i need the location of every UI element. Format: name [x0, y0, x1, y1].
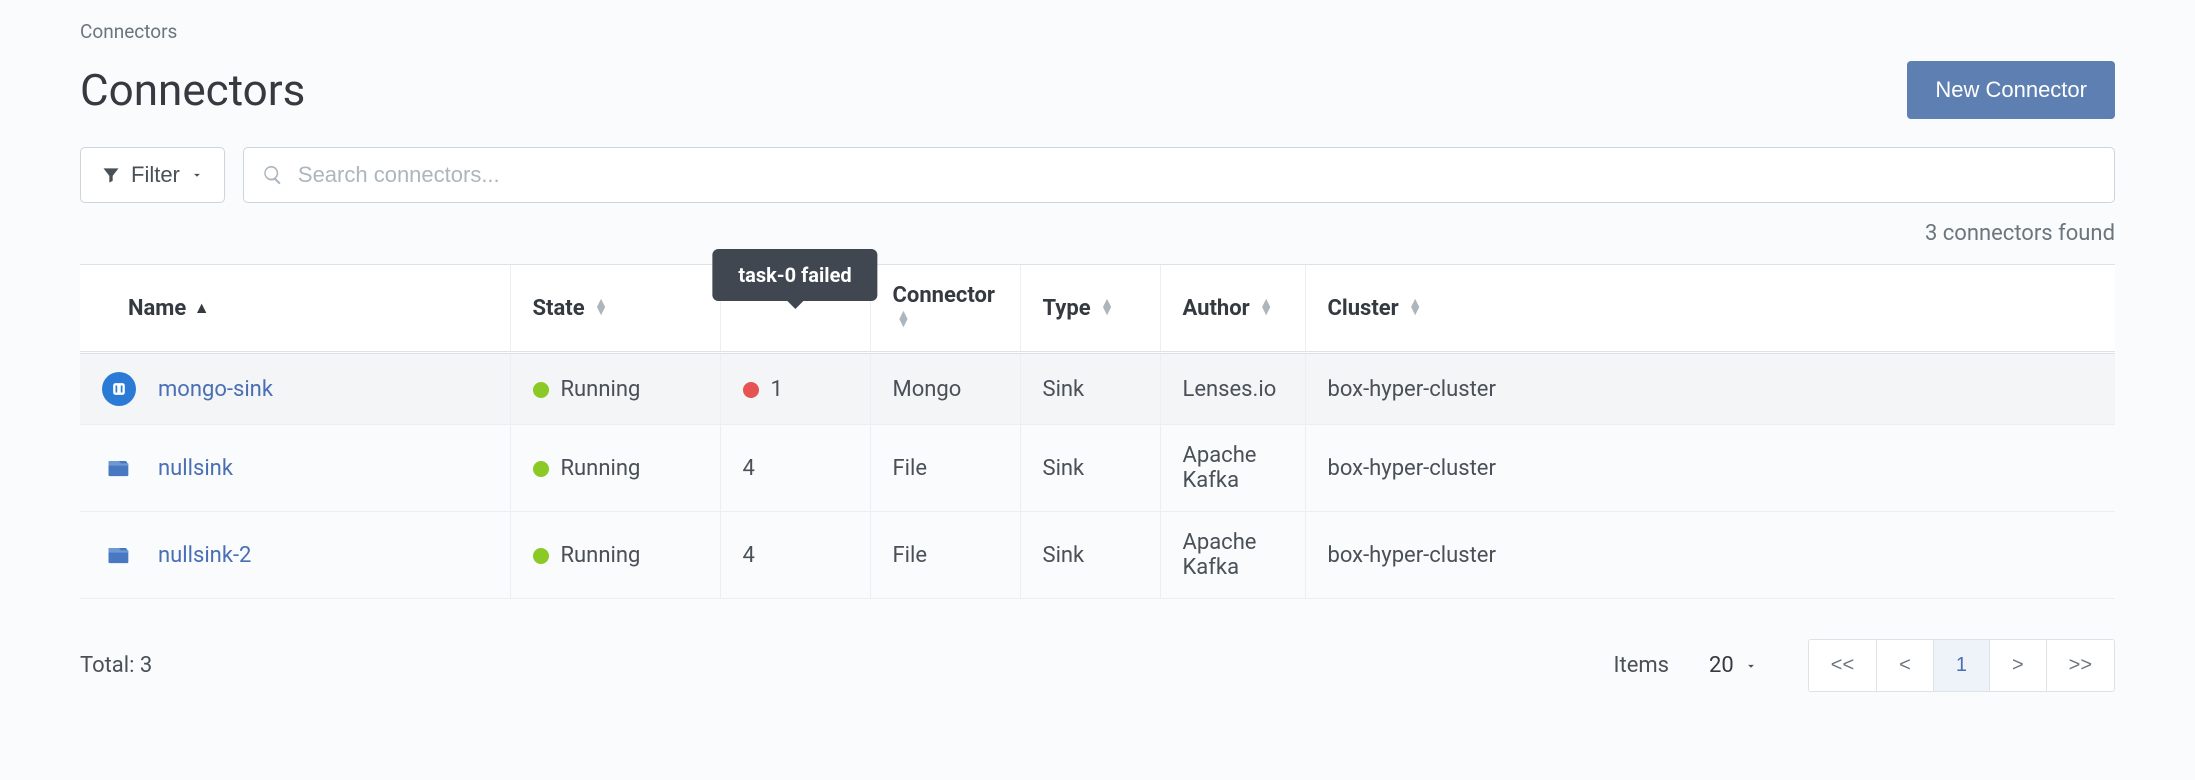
total-count: Total: 3 [80, 653, 152, 678]
filter-icon [101, 165, 121, 185]
results-count: 3 connectors found [80, 221, 2115, 246]
column-label: Cluster [1328, 296, 1399, 321]
filter-button[interactable]: Filter [80, 147, 225, 203]
search-icon [262, 164, 284, 186]
connector-type-icon [102, 451, 136, 485]
pagination: << < 1 > >> [1808, 639, 2115, 692]
sort-icon: ▲▼ [1100, 299, 1114, 315]
column-label: Name [128, 296, 186, 321]
column-header-state[interactable]: State ▲▼ [510, 265, 720, 353]
page-last-button[interactable]: >> [2046, 640, 2114, 691]
caret-down-icon [1744, 659, 1758, 673]
connector-name-link[interactable]: mongo-sink [158, 377, 273, 402]
sort-icon: ▲▼ [1259, 299, 1273, 315]
page-next-button[interactable]: > [1989, 640, 2046, 691]
column-label: Author [1183, 296, 1250, 321]
status-dot-icon [533, 461, 549, 477]
cluster-cell: box-hyper-cluster [1305, 425, 2115, 512]
items-label: Items [1614, 653, 1670, 678]
connector-type-icon [102, 372, 136, 406]
task-tooltip: task-0 failed [712, 249, 877, 301]
search-input[interactable] [298, 148, 2096, 202]
connector-cell: File [870, 425, 1020, 512]
cluster-cell: box-hyper-cluster [1305, 512, 2115, 599]
tasks-count: 4 [743, 543, 755, 568]
filter-label: Filter [131, 162, 180, 188]
type-cell: Sink [1020, 353, 1160, 425]
page-prev-button[interactable]: < [1876, 640, 1933, 691]
search-container [243, 147, 2115, 203]
column-label: Type [1043, 296, 1091, 321]
status-dot-icon [533, 382, 549, 398]
page-first-button[interactable]: << [1809, 640, 1876, 691]
sort-icon: ▲▼ [1408, 299, 1422, 315]
author-cell: Apache Kafka [1160, 425, 1305, 512]
cluster-cell: box-hyper-cluster [1305, 353, 2115, 425]
new-connector-button[interactable]: New Connector [1907, 61, 2115, 119]
column-header-cluster[interactable]: Cluster ▲▼ [1305, 265, 2115, 353]
status-dot-icon [743, 382, 759, 398]
page-title: Connectors [80, 64, 305, 116]
connector-cell: Mongo [870, 353, 1020, 425]
connector-cell: File [870, 512, 1020, 599]
type-cell: Sink [1020, 512, 1160, 599]
page-current-button[interactable]: 1 [1933, 640, 1989, 691]
type-cell: Sink [1020, 425, 1160, 512]
table-row[interactable]: nullsink Running 4 FileSinkApache Kafkabox-… [80, 425, 2115, 512]
author-cell: Lenses.io [1160, 353, 1305, 425]
status-dot-icon [533, 548, 549, 564]
connectors-table: Name ▲ State ▲▼ task-0 failed Connector … [80, 264, 2115, 599]
sort-asc-icon: ▲ [194, 298, 210, 317]
column-header-name[interactable]: Name ▲ [80, 265, 510, 353]
column-header-author[interactable]: Author ▲▼ [1160, 265, 1305, 353]
items-per-page-select[interactable]: 20 [1709, 653, 1758, 678]
connector-name-link[interactable]: nullsink-2 [158, 543, 251, 568]
table-row[interactable]: nullsink-2 Running 4 FileSinkApache Kafkabo… [80, 512, 2115, 599]
column-label: Connector [893, 283, 995, 308]
table-row[interactable]: mongo-sink Running 1 MongoSinkLenses.iobox-… [80, 353, 2115, 425]
state-label: Running [561, 543, 641, 568]
sort-icon: ▲▼ [594, 299, 608, 315]
column-label: State [533, 296, 585, 321]
column-header-type[interactable]: Type ▲▼ [1020, 265, 1160, 353]
connector-type-icon [102, 538, 136, 572]
author-cell: Apache Kafka [1160, 512, 1305, 599]
column-header-connector[interactable]: Connector ▲▼ [870, 265, 1020, 353]
items-value: 20 [1709, 653, 1734, 678]
tasks-count: 1 [771, 377, 783, 402]
state-label: Running [561, 456, 641, 481]
breadcrumb[interactable]: Connectors [80, 20, 2115, 43]
column-header-tasks[interactable]: task-0 failed [720, 265, 870, 353]
connector-name-link[interactable]: nullsink [158, 456, 233, 481]
state-label: Running [561, 377, 641, 402]
sort-icon: ▲▼ [897, 311, 911, 327]
tasks-count: 4 [743, 456, 755, 481]
caret-down-icon [190, 168, 204, 182]
